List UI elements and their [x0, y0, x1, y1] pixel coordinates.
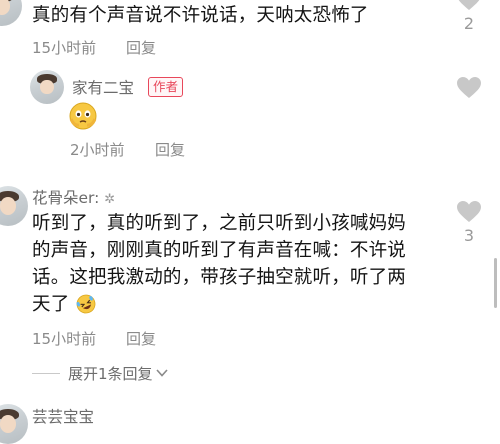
expand-label: 展开1条回复: [68, 365, 153, 383]
comment-username[interactable]: 花骨朵er: ✲: [32, 186, 115, 208]
avatar[interactable]: [0, 0, 22, 26]
avatar[interactable]: [0, 404, 28, 444]
rolling-on-floor-laughing-icon: [76, 294, 96, 314]
comment-line: 听到了，真的听到了，之前只听到小孩喊妈妈: [32, 213, 407, 234]
like-count: 3: [463, 226, 475, 245]
comment-text: 听到了，真的听到了，之前只听到小孩喊妈妈 的声音，刚刚真的听到了有声音在喊：不许…: [32, 210, 452, 318]
comment-text: 真的有个声音说不许说话，天呐太恐怖了: [32, 5, 369, 26]
reply-button[interactable]: 回复: [126, 37, 156, 58]
comment-time: 15小时前: [32, 39, 97, 57]
author-badge: 作者: [148, 77, 184, 97]
like-heart-icon[interactable]: [456, 200, 482, 224]
sparkle-icon: ✲: [104, 192, 116, 207]
avatar[interactable]: [0, 186, 28, 226]
reply-time: 2小时前: [70, 141, 125, 159]
like-heart-icon[interactable]: [456, 76, 482, 100]
username-text: 花骨朵er:: [32, 189, 100, 207]
face-holding-back-tears-icon: [68, 101, 98, 131]
like-heart-icon[interactable]: [456, 0, 482, 12]
reply-button[interactable]: 回复: [155, 139, 185, 160]
comment-line: 天了: [32, 294, 70, 315]
scrollbar-thumb[interactable]: [494, 258, 497, 308]
comment-line: 的声音，刚刚真的听到了有声音在喊：不许说: [32, 240, 407, 261]
reply-button[interactable]: 回复: [126, 328, 156, 349]
expand-divider: [32, 373, 60, 374]
reply-username[interactable]: 家有二宝: [72, 76, 134, 98]
avatar[interactable]: [30, 70, 64, 104]
chevron-down-icon: [155, 364, 169, 383]
expand-replies[interactable]: 展开1条回复: [32, 363, 169, 384]
comment-username[interactable]: 芸芸宝宝: [32, 405, 94, 427]
comment-time: 15小时前: [32, 330, 97, 348]
like-count: 2: [463, 14, 475, 33]
comment-line: 话。这把我激动的，带孩子抽空就听，听了两: [32, 267, 407, 288]
